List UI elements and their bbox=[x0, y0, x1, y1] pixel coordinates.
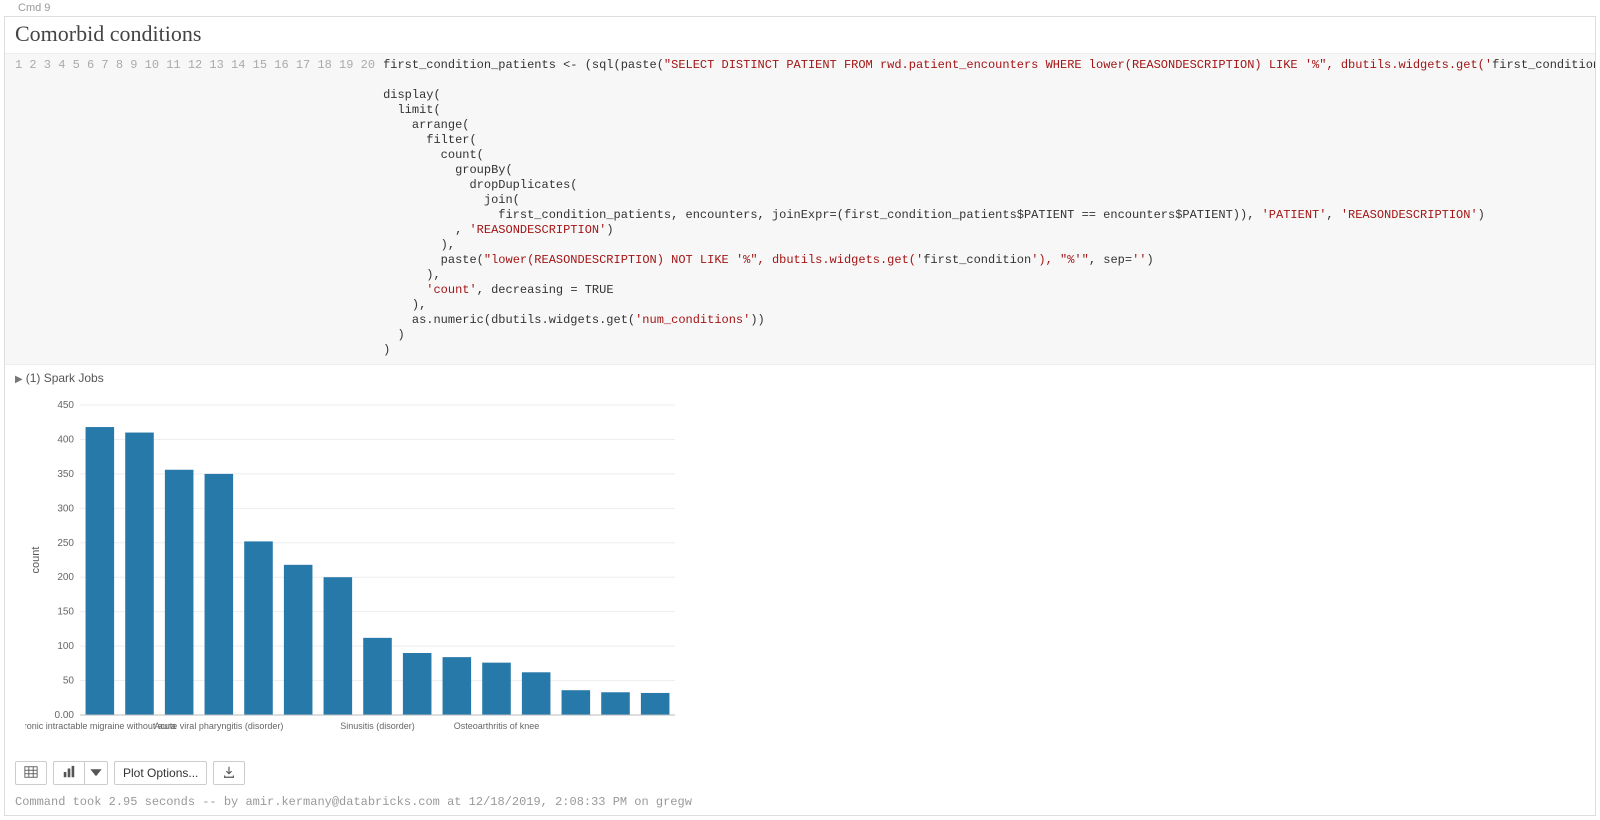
command-status: Command took 2.95 seconds -- by amir.ker… bbox=[5, 791, 1595, 815]
plot-options-button[interactable]: Plot Options... bbox=[114, 761, 207, 785]
bar bbox=[601, 692, 630, 715]
svg-text:ronic intractable migraine wit: ronic intractable migraine without aura bbox=[25, 721, 176, 731]
bar-chart: 0.00 50 100 150 200 250 300 350 400 450 count ronic… bbox=[25, 395, 685, 755]
bar bbox=[363, 638, 392, 715]
svg-text:0.00: 0.00 bbox=[55, 710, 75, 721]
caret-down-icon bbox=[89, 765, 103, 782]
svg-text:Acute viral pharyngitis (disor: Acute viral pharyngitis (disorder) bbox=[154, 721, 283, 731]
svg-text:50: 50 bbox=[63, 676, 75, 687]
download-button[interactable] bbox=[213, 761, 245, 785]
table-view-button[interactable] bbox=[15, 761, 47, 785]
bar bbox=[641, 693, 670, 715]
code-content[interactable]: first_condition_patients <- (sql(paste("… bbox=[381, 54, 1595, 364]
svg-text:100: 100 bbox=[57, 641, 74, 652]
chart-view-dropdown[interactable] bbox=[84, 761, 108, 785]
cell-title: Comorbid conditions bbox=[5, 17, 1595, 54]
svg-text:350: 350 bbox=[57, 469, 74, 480]
line-gutter: 1 2 3 4 5 6 7 8 9 10 11 12 13 14 15 16 1… bbox=[5, 54, 381, 364]
svg-text:250: 250 bbox=[57, 538, 74, 549]
svg-text:Sinusitis (disorder): Sinusitis (disorder) bbox=[340, 721, 415, 731]
svg-text:400: 400 bbox=[57, 434, 74, 445]
svg-text:count: count bbox=[30, 547, 42, 574]
output-toolbar: Plot Options... bbox=[5, 755, 1595, 791]
bar bbox=[125, 433, 154, 715]
notebook-cell: Comorbid conditions 1 2 3 4 5 6 7 8 9 10… bbox=[4, 16, 1596, 816]
svg-text:450: 450 bbox=[57, 400, 74, 411]
code-block[interactable]: 1 2 3 4 5 6 7 8 9 10 11 12 13 14 15 16 1… bbox=[5, 54, 1595, 365]
bar bbox=[482, 663, 511, 715]
bar bbox=[165, 470, 194, 715]
spark-jobs-label: (1) Spark Jobs bbox=[26, 371, 104, 385]
bar bbox=[443, 657, 472, 715]
download-icon bbox=[222, 765, 236, 782]
chart-output: 0.00 50 100 150 200 250 300 350 400 450 count ronic… bbox=[5, 391, 1595, 755]
svg-text:200: 200 bbox=[57, 572, 74, 583]
svg-text:Osteoarthritis of knee: Osteoarthritis of knee bbox=[454, 721, 540, 731]
cmd-label: Cmd 9 bbox=[0, 0, 1600, 16]
table-icon bbox=[24, 765, 38, 782]
chart-view-button-group bbox=[53, 761, 108, 785]
chart-view-button[interactable] bbox=[53, 761, 84, 785]
bar bbox=[244, 541, 273, 715]
bar bbox=[86, 427, 115, 715]
bar-chart-icon bbox=[62, 765, 76, 782]
chevron-right-icon: ▶ bbox=[15, 374, 23, 385]
bar bbox=[562, 690, 591, 715]
bar bbox=[284, 565, 313, 715]
spark-jobs-toggle[interactable]: ▶(1) Spark Jobs bbox=[5, 365, 1595, 391]
svg-text:150: 150 bbox=[57, 607, 74, 618]
bar bbox=[324, 577, 353, 715]
bar bbox=[522, 672, 551, 715]
bar bbox=[205, 474, 234, 715]
svg-text:300: 300 bbox=[57, 503, 74, 514]
bar bbox=[403, 653, 432, 715]
